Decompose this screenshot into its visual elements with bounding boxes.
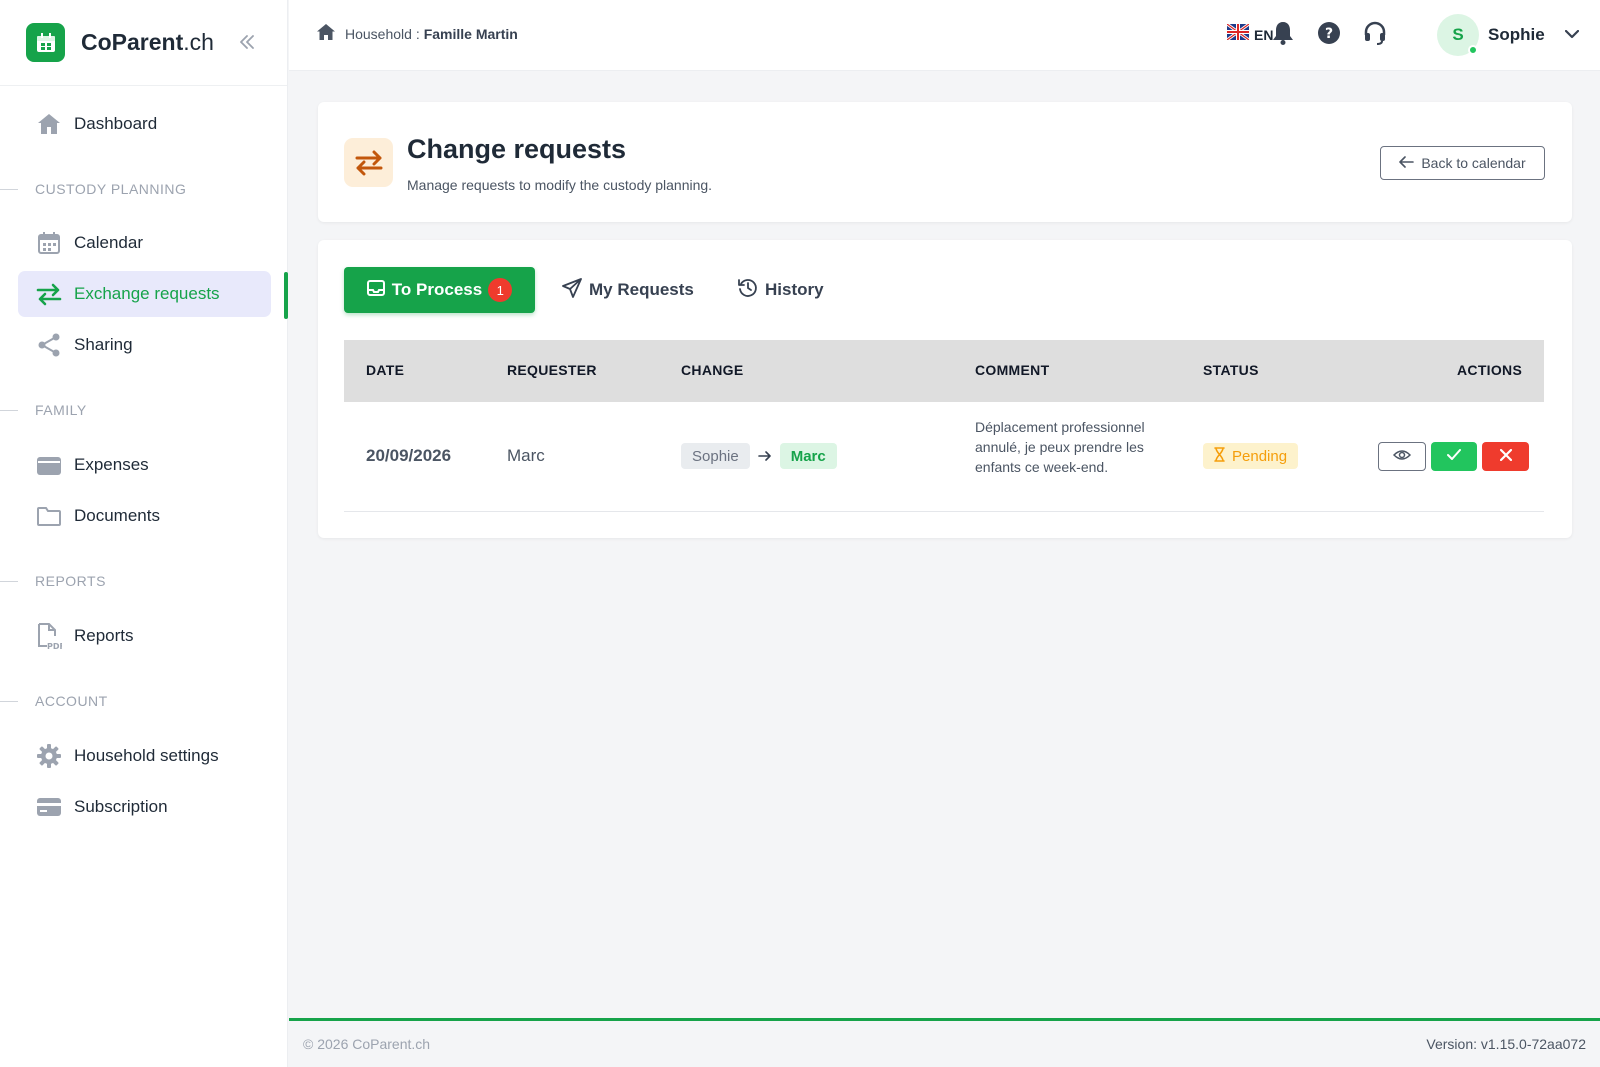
section-reports: REPORTS: [0, 571, 106, 591]
table-header: DATE REQUESTER CHANGE COMMENT STATUS ACT…: [344, 340, 1544, 402]
tab-to-process[interactable]: To Process 1: [344, 267, 535, 313]
tab-label: My Requests: [589, 280, 694, 299]
sidebar-item-label: Dashboard: [74, 114, 158, 133]
gear-icon: [36, 743, 62, 769]
pdf-file-icon: PDF: [36, 623, 62, 650]
back-to-calendar-button[interactable]: Back to calendar: [1380, 146, 1545, 180]
sidebar-item-reports[interactable]: PDF Reports: [18, 613, 271, 659]
sidebar: CoParent.ch Dashboard CUSTODY PLANNING C…: [0, 0, 288, 1067]
history-icon: [738, 278, 758, 303]
change-to-chip: Marc: [779, 443, 837, 469]
sidebar-item-label: Reports: [74, 626, 134, 645]
sidebar-item-sharing[interactable]: Sharing: [18, 322, 271, 368]
count-badge: 1: [488, 278, 513, 302]
brand-name: CoParent.ch: [81, 29, 214, 55]
sidebar-item-exchange-requests[interactable]: Exchange requests: [18, 271, 271, 317]
sidebar-item-label: Household settings: [74, 746, 219, 765]
status-label: Pending: [1232, 447, 1288, 465]
column-header-comment: COMMENT: [975, 362, 1050, 378]
topbar: Household : Famille Martin EN ? S Sophie: [289, 0, 1600, 71]
column-header-actions: ACTIONS: [1457, 362, 1523, 378]
app-version: Version: v1.15.0-72aa072: [1426, 1036, 1586, 1052]
tab-label: History: [765, 280, 824, 299]
chevron-down-icon: [1564, 26, 1579, 44]
avatar: S: [1437, 14, 1479, 56]
section-custody-planning: CUSTODY PLANNING: [0, 179, 186, 199]
sidebar-item-documents[interactable]: Documents: [18, 493, 271, 539]
credit-card-icon: [36, 794, 62, 820]
sidebar-item-expenses[interactable]: Expenses: [18, 442, 271, 488]
exchange-icon: [344, 138, 393, 187]
sidebar-item-household-settings[interactable]: Household settings: [18, 733, 271, 779]
send-icon: [562, 277, 582, 303]
exchange-icon: [36, 281, 62, 307]
breadcrumb-label: Household :: [345, 25, 420, 42]
table-row: 20/09/2026 Marc Sophie Marc Déplacement …: [344, 402, 1544, 512]
svg-text:PDF: PDF: [47, 642, 62, 650]
tab-history[interactable]: History: [738, 267, 824, 313]
sidebar-item-label: Calendar: [74, 233, 143, 252]
home-icon: [36, 111, 62, 137]
requests-card: To Process 1 My Requests History DATE RE…: [318, 240, 1572, 538]
requester-name: Marc: [507, 446, 545, 465]
share-icon: [36, 332, 62, 358]
back-button-label: Back to calendar: [1421, 155, 1526, 171]
inbox-icon: [366, 279, 385, 301]
sidebar-item-label: Documents: [74, 506, 160, 525]
footer: © 2026 CoParent.ch Version: v1.15.0-72aa…: [289, 1018, 1600, 1067]
request-date: 20/09/2026: [366, 446, 452, 465]
column-header-change: CHANGE: [681, 362, 744, 378]
breadcrumb: Household : Famille Martin: [317, 24, 518, 43]
copyright: © 2026 CoParent.ch: [303, 1036, 431, 1052]
collapse-sidebar-icon[interactable]: [236, 30, 258, 54]
page-title: Change requests: [407, 134, 627, 164]
household-name: Famille Martin: [423, 25, 518, 42]
arrow-right-icon: [757, 451, 772, 461]
headset-icon[interactable]: [1362, 20, 1388, 46]
page-subtitle: Manage requests to modify the custody pl…: [407, 177, 713, 193]
sidebar-item-subscription[interactable]: Subscription: [18, 784, 271, 830]
user-name: Sophie: [1488, 25, 1545, 44]
folder-icon: [36, 503, 62, 529]
sidebar-item-calendar[interactable]: Calendar: [18, 220, 271, 266]
change-from-chip: Sophie: [681, 443, 750, 469]
home-icon[interactable]: [317, 24, 335, 43]
check-icon: [1447, 448, 1461, 466]
reject-request-button[interactable]: [1482, 442, 1529, 471]
arrow-left-icon: [1399, 155, 1415, 171]
sidebar-item-label: Exchange requests: [74, 284, 220, 303]
calendar-icon: [36, 230, 62, 256]
close-icon: [1499, 448, 1512, 466]
section-account: ACCOUNT: [0, 691, 108, 711]
column-header-date: DATE: [366, 362, 405, 378]
status-badge: Pending: [1203, 443, 1299, 469]
eye-icon: [1392, 448, 1412, 466]
active-indicator: [284, 272, 288, 319]
view-request-button[interactable]: [1378, 442, 1426, 471]
page-header-card: Change requests Manage requests to modif…: [318, 102, 1572, 222]
uk-flag-icon: [1226, 22, 1250, 45]
change-cell: Sophie Marc: [681, 443, 837, 469]
hourglass-icon: [1214, 446, 1225, 466]
sidebar-item-label: Subscription: [74, 797, 168, 816]
wallet-icon: [36, 452, 62, 478]
tab-label: To Process: [391, 280, 483, 299]
language-selector[interactable]: EN: [1226, 22, 1273, 45]
sidebar-item-label: Expenses: [74, 455, 149, 474]
accept-request-button[interactable]: [1431, 442, 1477, 471]
sidebar-item-label: Sharing: [74, 335, 133, 354]
request-comment: Déplacement professionnel annulé, je peu…: [975, 419, 1145, 475]
bell-icon[interactable]: [1270, 20, 1296, 46]
sidebar-item-dashboard[interactable]: Dashboard: [18, 101, 271, 147]
column-header-status: STATUS: [1203, 362, 1259, 378]
online-status-dot: [1468, 45, 1478, 55]
section-family: FAMILY: [0, 400, 87, 420]
svg-text:?: ?: [1325, 26, 1333, 42]
tab-my-requests[interactable]: My Requests: [562, 267, 694, 313]
user-menu[interactable]: S Sophie: [1437, 14, 1579, 56]
column-header-requester: REQUESTER: [507, 362, 597, 378]
calendar-logo-icon: [26, 23, 65, 62]
help-icon[interactable]: ?: [1316, 20, 1342, 46]
